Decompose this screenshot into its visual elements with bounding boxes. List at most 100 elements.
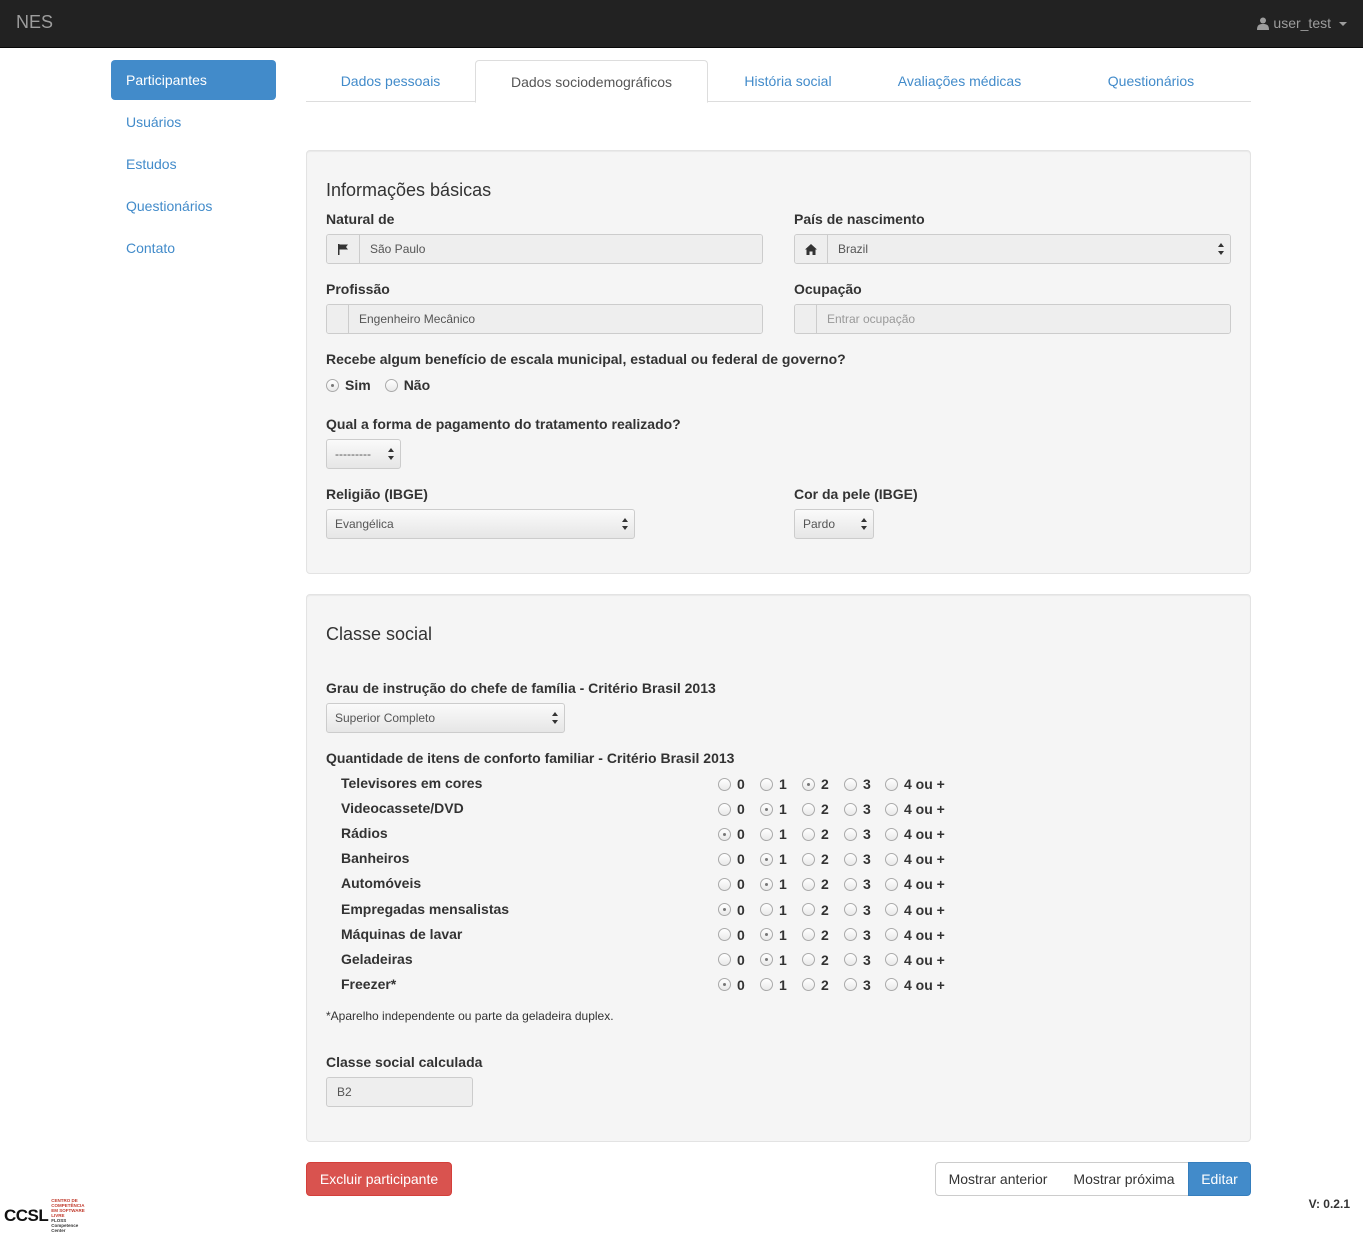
beneficio-nao-label: Não (403, 377, 431, 393)
beneficio-sim-radio[interactable] (326, 378, 339, 392)
show-next-button[interactable]: Mostrar próxima (1060, 1162, 1189, 1196)
tab-dados-sociodemograficos[interactable]: Dados sociodemográficos (475, 60, 708, 103)
comfort-option-radio[interactable] (760, 978, 773, 992)
grau-select[interactable]: Superior Completo (326, 703, 565, 733)
comfort-option-radio[interactable] (885, 903, 898, 916)
comfort-option-radio[interactable] (718, 852, 731, 866)
comfort-option-radio[interactable] (802, 928, 815, 942)
sidebar-item-estudos[interactable]: Estudos (111, 144, 276, 184)
brand-logo[interactable]: NES (16, 12, 53, 33)
comfort-option-radio[interactable] (760, 852, 773, 866)
tab-historia-social[interactable]: História social (708, 60, 868, 102)
comfort-option: 2 (802, 776, 829, 792)
comfort-option: 4 ou + (885, 851, 945, 867)
comfort-option-radio[interactable] (802, 802, 815, 816)
comfort-option-radio[interactable] (718, 953, 731, 967)
flag-icon (327, 235, 360, 263)
profissao-field[interactable]: Engenheiro Mecânico (326, 304, 763, 334)
grau-label: Grau de instrução do chefe de família - … (326, 680, 716, 696)
comfort-option-radio[interactable] (844, 978, 857, 992)
basic-info-title: Informações básicas (326, 180, 492, 200)
sidebar-item-contato[interactable]: Contato (111, 228, 276, 268)
comfort-option: 3 (844, 876, 871, 892)
profissao-value: Engenheiro Mecânico (349, 305, 762, 333)
comfort-option-radio[interactable] (844, 903, 857, 916)
comfort-option-radio[interactable] (760, 777, 773, 791)
comfort-option: 4 ou + (885, 952, 945, 968)
comfort-option: 0 (718, 851, 745, 867)
comfort-option-radio[interactable] (844, 928, 857, 942)
edit-button[interactable]: Editar (1188, 1162, 1251, 1196)
sidebar-item-participantes[interactable]: Participantes (111, 60, 276, 100)
comfort-option-radio[interactable] (802, 827, 815, 841)
comfort-option-radio[interactable] (760, 903, 773, 916)
comfort-option-radio[interactable] (760, 877, 773, 891)
comfort-option-radio[interactable] (885, 928, 898, 942)
top-navbar: NES user_test (0, 0, 1363, 48)
religiao-select[interactable]: Evangélica (326, 509, 635, 539)
comfort-option-label: 1 (779, 801, 787, 818)
comfort-option-radio[interactable] (760, 928, 773, 942)
ocupacao-label: Ocupação (794, 281, 862, 297)
sidebar-item-questionarios[interactable]: Questionários (111, 186, 276, 226)
comfort-option-radio[interactable] (885, 777, 898, 791)
pagamento-label: Qual a forma de pagamento do tratamento … (326, 416, 681, 432)
comfort-option-radio[interactable] (885, 877, 898, 891)
comfort-option-radio[interactable] (844, 802, 857, 816)
sidebar-item-usuarios[interactable]: Usuários (111, 102, 276, 142)
comfort-option-label: 3 (863, 851, 871, 868)
pais-label: País de nascimento (794, 211, 925, 227)
ocupacao-field[interactable]: Entrar ocupação (794, 304, 1231, 334)
comfort-option-label: 3 (863, 976, 871, 993)
comfort-option-radio[interactable] (802, 852, 815, 866)
comfort-option-radio[interactable] (802, 777, 815, 791)
comfort-option-label: 3 (863, 801, 871, 818)
tab-questionarios[interactable]: Questionários (1051, 60, 1251, 102)
comfort-option: 3 (844, 927, 871, 943)
delete-participant-button[interactable]: Excluir participante (306, 1162, 452, 1196)
cor-select[interactable]: Pardo (794, 509, 874, 539)
comfort-option-label: 3 (863, 951, 871, 968)
comfort-option-radio[interactable] (844, 877, 857, 891)
comfort-option-radio[interactable] (718, 928, 731, 942)
beneficio-nao-radio[interactable] (384, 378, 398, 392)
tab-avaliacoes-medicas[interactable]: Avaliações médicas (868, 60, 1051, 102)
comfort-option-radio[interactable] (844, 953, 857, 967)
comfort-option: 1 (760, 927, 787, 943)
comfort-option-radio[interactable] (844, 852, 857, 866)
comfort-option-radio[interactable] (718, 877, 731, 891)
comfort-option-radio[interactable] (718, 903, 731, 916)
comfort-option-radio[interactable] (844, 777, 857, 791)
select-arrows-icon (1218, 243, 1224, 255)
comfort-option-radio[interactable] (885, 978, 898, 992)
comfort-option-radio[interactable] (885, 953, 898, 967)
comfort-option-radio[interactable] (718, 978, 731, 992)
tab-dados-pessoais[interactable]: Dados pessoais (306, 60, 475, 102)
comfort-option-radio[interactable] (718, 802, 731, 816)
select-arrows-icon (552, 712, 558, 724)
comfort-option-radio[interactable] (885, 827, 898, 841)
profissao-addon (327, 305, 349, 333)
comfort-option-radio[interactable] (844, 827, 857, 841)
comfort-option-radio[interactable] (802, 903, 815, 916)
comfort-option-radio[interactable] (802, 953, 815, 967)
comfort-option-label: 0 (737, 851, 745, 868)
comfort-option-label: 4 ou + (904, 951, 945, 968)
comfort-option-radio[interactable] (802, 978, 815, 992)
comfort-option-radio[interactable] (718, 827, 731, 841)
user-menu[interactable]: user_test (1257, 15, 1347, 31)
show-previous-button[interactable]: Mostrar anterior (935, 1162, 1061, 1196)
user-icon (1257, 17, 1270, 30)
natural-de-field[interactable]: São Paulo (326, 234, 763, 264)
comfort-option-radio[interactable] (885, 802, 898, 816)
pais-select[interactable]: Brazil (794, 234, 1231, 264)
comfort-option-radio[interactable] (760, 953, 773, 967)
comfort-option-radio[interactable] (760, 802, 773, 816)
pagamento-select[interactable]: --------- (326, 439, 401, 469)
comfort-option-radio[interactable] (718, 777, 731, 791)
natural-de-value: São Paulo (360, 235, 762, 263)
comfort-option: 1 (760, 801, 787, 817)
comfort-option-radio[interactable] (760, 827, 773, 841)
comfort-option-radio[interactable] (802, 877, 815, 891)
comfort-option-radio[interactable] (885, 852, 898, 866)
